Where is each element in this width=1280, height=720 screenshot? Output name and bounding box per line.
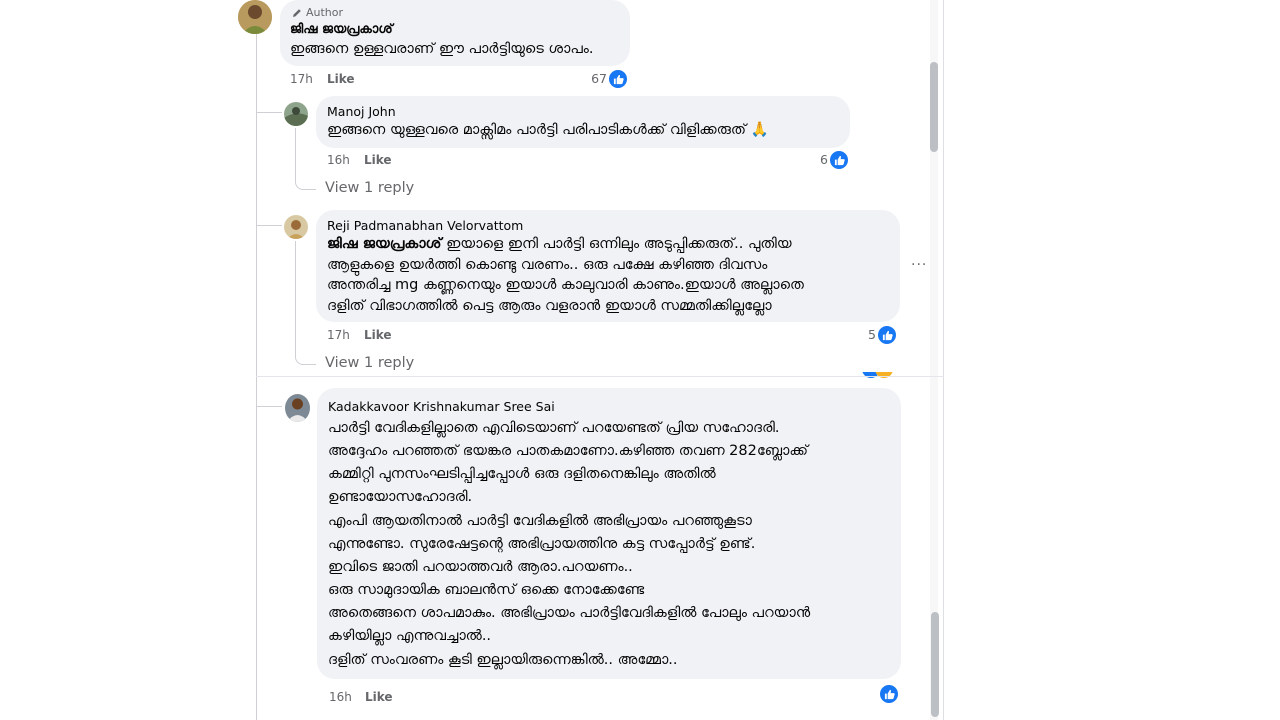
comment-text-line: എംപി ആയതിനാൽ പാർട്ടി വേദികളിൽ അഭിപ്രായം … [328,513,752,529]
panel-seam [256,376,944,377]
avatar-image [238,0,272,34]
view-replies-link[interactable]: View 1 reply [325,355,414,371]
reaction-count[interactable]: 6 [800,152,828,167]
commenter-name[interactable]: Reji Padmanabhan Velorvattom [327,218,523,233]
more-options-button[interactable]: ··· [911,257,927,273]
comment-text: ഇങ്ങനെ യുള്ളവരെ മാക്സിമം പാർട്ടി പരിപാടി… [327,122,769,138]
scrollbar-track[interactable] [930,0,938,376]
avatar[interactable] [284,215,308,239]
avatar-image [285,394,310,422]
like-reaction-icon[interactable] [877,325,897,345]
like-button[interactable]: Like [365,690,393,704]
comment-timestamp[interactable]: 17h [327,328,350,342]
reaction-count[interactable]: 67 [578,71,607,86]
comment-text-line: ദളിത് സംവരണം കൂടി ഇല്ലായിരുന്നെങ്കിൽ.. അ… [328,652,678,668]
reaction-count[interactable]: 5 [848,327,876,342]
comments-panel: Author ജിഷ ജയപ്രകാശ് ഇങ്ങനെ ഉള്ളവരാണ് ഈ … [0,0,945,720]
like-button[interactable]: Like [364,328,392,342]
thread-line [256,34,257,720]
pencil-icon [293,8,301,17]
commenter-name[interactable]: ജിഷ ജയപ്രകാശ് [290,22,393,37]
author-badge: Author [291,6,343,19]
comment-timestamp[interactable]: 16h [327,153,350,167]
comment-text-line: ഒരു സാമുദായിക ബാലൻസ് ഒക്കെ നോക്കേണ്ടേ [328,582,645,598]
comment-text-line: എന്നുണ്ടോ. സുരേഷേട്ടന്റെ അഭിപ്രായത്തിനു … [328,536,756,552]
panel-border [943,0,944,720]
comment-text: ഇങ്ങനെ ഉള്ളവരാണ് ഈ പാർട്ടിയുടെ ശാപം. [290,41,594,57]
comment-text-line: ആളുകളെ ഉയർത്തി കൊണ്ടു വരണം.. ഒരു പക്ഷേ ക… [327,256,768,273]
comment-text: ജിഷ ജയപ്രകാശ് ഇയാളെ ഇനി പാർട്ടി ഒന്നിലും… [327,234,792,255]
comment-text-line: ദളിത് വിഭാഗത്തിൽ പെട്ട ആരും വളരാൻ ഇയാൾ സ… [327,297,772,314]
comment-text-line: കഴിയില്ലാ എന്നുവച്ചാൽ.. [328,628,492,644]
comment-timestamp[interactable]: 17h [290,72,313,86]
scrollbar-thumb[interactable] [931,612,939,717]
commenter-name[interactable]: Kadakkavoor Krishnakumar Sree Sai [328,399,555,414]
like-reaction-icon[interactable] [608,69,628,89]
like-button[interactable]: Like [327,72,355,86]
reply-connector [295,128,316,190]
like-button[interactable]: Like [364,153,392,167]
scrollbar-thumb[interactable] [930,62,938,152]
avatar-image [284,215,308,239]
avatar[interactable] [285,394,310,422]
comment-text-line: അദ്ദേഹം പറഞ്ഞത് ഭയങ്കര പാതകമാണോ.കഴിഞ്ഞ ത… [328,443,808,459]
thread-branch [256,225,282,226]
like-reaction-icon[interactable] [879,684,899,704]
like-reaction-icon[interactable] [829,150,849,170]
commenter-name[interactable]: Manoj John [327,104,396,119]
comment-text-line: ഇയാളെ ഇനി പാർട്ടി ഒന്നിലും അടുപ്പിക്കരുത… [441,236,792,252]
avatar[interactable] [238,0,272,34]
mention-tag[interactable]: ജിഷ ജയപ്രകാശ് [327,236,441,252]
comment-text-line: പാർട്ടി വേദികളില്ലാതെ എവിടെയാണ് പറയേണ്ടത… [328,420,780,436]
comment-text-line: ഉണ്ടായോസഹോദരി. [328,489,473,505]
comment-timestamp[interactable]: 16h [329,690,352,704]
comment-text-line: കമ്മിറ്റി പുനസംഘടിപ്പിച്ചപ്പോൾ ഒരു ദളിതന… [328,466,716,482]
author-tag-label: Author [306,6,344,19]
thread-branch [256,406,282,407]
comment-text-line: അതെങ്ങനെ ശാപമാകും. അഭിപ്രായം പാർട്ടിവേദി… [328,605,811,621]
thread-branch [256,112,282,113]
avatar-image [284,102,308,126]
comment-text-line: അന്തരിച്ച mg കണ്ണനെയും ഇയാൾ കാലുവാരി കാണ… [327,277,804,293]
avatar[interactable] [284,102,308,126]
reply-connector [295,241,316,365]
comment-text-line: ഇവിടെ ജാതി പറയാത്തവർ ആരാ.പറയണം.. [328,559,633,575]
view-replies-link[interactable]: View 1 reply [325,180,414,196]
